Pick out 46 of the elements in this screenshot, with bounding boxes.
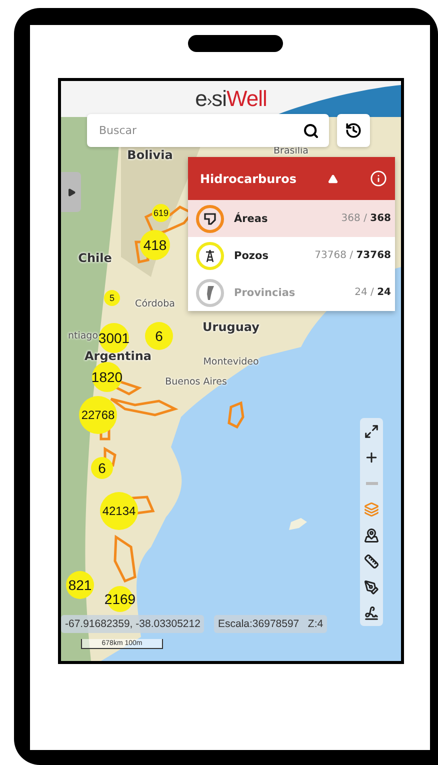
country-label: Uruguay: [202, 320, 260, 334]
signature-icon: [364, 606, 379, 620]
city-label: Brasilia: [274, 146, 308, 156]
layer-row[interactable]: Áreas 368 / 368: [188, 200, 395, 237]
country-label: Bolivia: [127, 148, 173, 162]
map-tool-button[interactable]: [362, 578, 380, 596]
layer-row[interactable]: Pozos 73768 / 73768: [188, 237, 395, 274]
city-label: Montevideo: [203, 356, 259, 368]
country-label: Chile: [78, 251, 112, 265]
map-pin-icon: [364, 528, 379, 542]
caret-icon: [328, 174, 338, 184]
play-icon: [66, 188, 76, 196]
coordinates-readout: -67.91682359, -38.03305212: [61, 615, 204, 633]
map-tool-button[interactable]: [362, 422, 380, 440]
info-icon[interactable]: [370, 170, 387, 187]
city-label: ntiago: [68, 330, 98, 342]
scale-readout: Escala:36978597 Z:4: [214, 615, 328, 633]
city-label: Córdoba: [135, 298, 175, 310]
country-shape-icon: [205, 286, 215, 300]
map-tool-button[interactable]: [362, 526, 380, 544]
layer-count: 24 / 24: [354, 287, 391, 298]
sidebar-toggle-button[interactable]: [61, 172, 81, 212]
island-drawing: [289, 518, 307, 530]
layer-count: 73768 / 73768: [314, 250, 391, 261]
history-button[interactable]: [337, 114, 370, 147]
layers-icon: [364, 502, 379, 516]
fullscreen-icon: [364, 424, 379, 438]
layer-label: Áreas: [234, 212, 269, 224]
esiwell-logo: e›siWell: [195, 86, 267, 112]
panel-title: Hidrocarburos: [200, 172, 296, 186]
map-tool-button[interactable]: [362, 604, 380, 622]
city-label: Buenos Aires: [165, 376, 227, 388]
search-input[interactable]: Buscar: [97, 123, 303, 138]
layer-count: 368 / 368: [341, 213, 391, 224]
ruler-icon: [364, 554, 379, 568]
panel-header[interactable]: Hidrocarburos: [188, 157, 395, 200]
search-icon: [303, 122, 319, 138]
zoom-out-icon: [366, 482, 378, 484]
polygon-icon: [204, 212, 216, 224]
layer-label: Provincias: [234, 286, 296, 298]
map-tool-button[interactable]: [362, 552, 380, 570]
history-icon: [345, 122, 362, 139]
zoom-in-icon: [364, 450, 379, 464]
search-field[interactable]: Buscar: [87, 114, 329, 147]
layer-label: Pozos: [234, 250, 270, 262]
oil-derrick-icon: [204, 248, 216, 262]
